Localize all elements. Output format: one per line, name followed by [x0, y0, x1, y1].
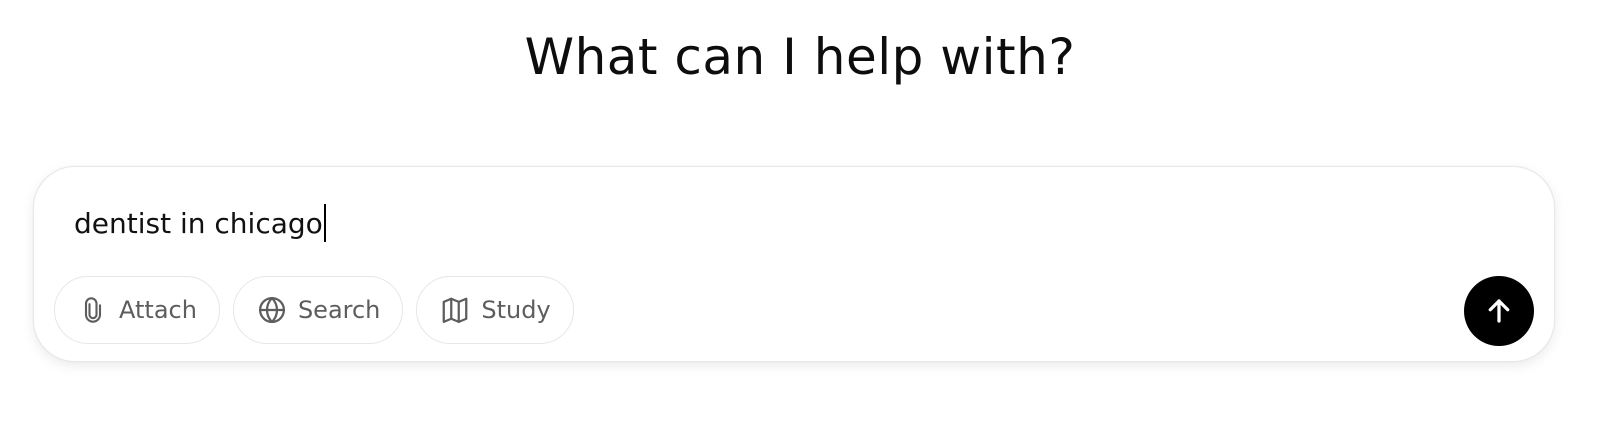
- study-button[interactable]: Study: [416, 276, 574, 344]
- arrow-up-icon: [1484, 296, 1514, 326]
- prompt-input[interactable]: dentist in chicago: [74, 201, 326, 245]
- attach-label: Attach: [119, 296, 197, 324]
- attach-button[interactable]: Attach: [54, 276, 220, 344]
- study-label: Study: [481, 296, 551, 324]
- globe-icon: [256, 294, 288, 326]
- send-button[interactable]: [1464, 276, 1534, 346]
- text-caret: [323, 204, 326, 242]
- chat-home: What can I help with? dentist in chicago…: [0, 0, 1600, 434]
- composer[interactable]: dentist in chicago Attach Search Study: [33, 166, 1555, 362]
- prompt-text: dentist in chicago: [74, 206, 323, 240]
- search-label: Search: [297, 296, 381, 324]
- composer-tools: Attach Search Study: [54, 276, 574, 344]
- page-title: What can I help with?: [524, 28, 1076, 86]
- search-button[interactable]: Search: [232, 276, 404, 344]
- paperclip-icon: [77, 294, 109, 326]
- book-icon: [439, 294, 471, 326]
